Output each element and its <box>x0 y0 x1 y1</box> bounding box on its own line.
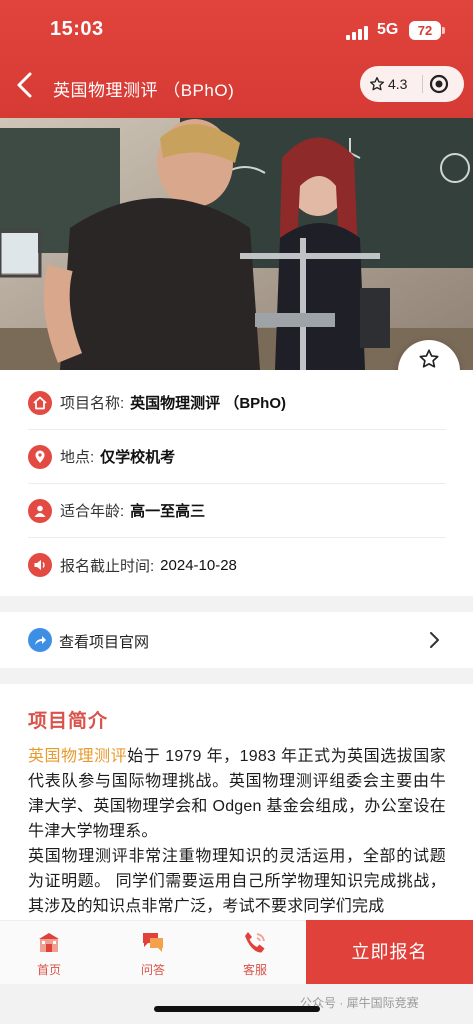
intro-text: 英国物理测评始于 1979 年，1983 年正式为英国选拔国家代表队参与国际物理… <box>28 744 446 919</box>
tab-label: 客服 <box>242 963 267 977</box>
tab-label: 问答 <box>140 963 165 977</box>
back-button[interactable] <box>14 70 38 100</box>
school-icon <box>39 933 59 952</box>
tab-customer-service[interactable]: 客服 <box>206 921 304 985</box>
star-outline-icon <box>370 77 384 91</box>
info-row-location: 地点: 仅学校机考 <box>28 430 446 484</box>
location-pin-icon <box>28 444 52 469</box>
intro-paragraph-2: 英国物理测评非常注重物理知识的灵活运用，全部的试题为证明题。 同学们需要运用自己… <box>28 848 446 915</box>
info-label: 报名截止时间: <box>60 557 155 575</box>
apply-now-button[interactable]: 立即报名 <box>306 920 473 984</box>
target-icon <box>429 74 449 94</box>
info-label: 地点: <box>60 449 95 466</box>
official-website-link[interactable]: 查看项目官网 <box>0 612 473 668</box>
project-intro-section: 项目简介 英国物理测评始于 1979 年，1983 年正式为英国选拔国家代表队参… <box>0 684 473 924</box>
info-value: 高一至高三 <box>130 503 206 520</box>
network-type: 5G <box>377 21 399 38</box>
info-value: 英国物理测评 （BPhO) <box>130 395 287 412</box>
intro-paragraph-1: 英国物理测评始于 1979 年，1983 年正式为英国选拔国家代表队参与国际物理… <box>28 744 446 844</box>
rating-value: 4.3 <box>388 76 408 92</box>
project-info-card: 项目名称: 英国物理测评 （BPhO) 地点: 仅学校机考 适合年龄: 高一至高… <box>0 370 473 596</box>
info-value: 2024-10-28 <box>160 556 237 574</box>
info-value: 仅学校机考 <box>100 449 176 466</box>
battery-tip <box>442 27 445 34</box>
tab-qa[interactable]: 问答 <box>104 921 202 985</box>
intro-highlight: 英国物理测评 <box>28 748 128 765</box>
info-row-deadline: 报名截止时间: 2024-10-28 <box>28 538 446 592</box>
battery-icon: 72 <box>409 21 441 40</box>
intro-heading: 项目简介 <box>28 711 109 732</box>
hero-photo <box>0 118 473 370</box>
mini-program-capsule: 4.3 <box>360 66 464 102</box>
header: 15:03 5G 72 英国物理测评 （BPhO) 4.3 <box>0 0 473 118</box>
status-time: 15:03 <box>50 18 104 40</box>
status-bar: 15:03 5G 72 <box>0 14 473 50</box>
capsule-divider <box>422 75 423 93</box>
info-label: 适合年龄: <box>60 503 125 520</box>
info-row-age: 适合年龄: 高一至高三 <box>28 484 446 538</box>
tab-label: 首页 <box>36 963 61 977</box>
page-title: 英国物理测评 （BPhO) <box>53 81 235 100</box>
website-link-label: 查看项目官网 <box>59 634 150 651</box>
chat-bubble-icon <box>143 933 163 952</box>
lab-scene-illustration <box>0 118 473 370</box>
chevron-left-icon <box>17 72 32 98</box>
info-label: 项目名称: <box>60 395 125 412</box>
star-outline-icon <box>419 349 439 368</box>
close-target-button[interactable] <box>429 74 449 94</box>
speaker-icon <box>28 553 52 577</box>
share-arrow-icon <box>28 628 52 652</box>
home-icon <box>28 390 52 415</box>
person-icon <box>28 498 52 523</box>
rating-button[interactable]: 4.3 <box>369 74 407 94</box>
page: 15:03 5G 72 英国物理测评 （BPhO) 4.3 项目名称: 英国物理… <box>0 0 473 1024</box>
home-indicator <box>154 1006 320 1012</box>
signal-icon <box>346 26 368 40</box>
tab-home[interactable]: 首页 <box>0 921 98 985</box>
info-row-project-name: 项目名称: 英国物理测评 （BPhO) <box>28 376 446 430</box>
chevron-right-icon <box>430 632 439 648</box>
phone-icon <box>245 932 265 953</box>
